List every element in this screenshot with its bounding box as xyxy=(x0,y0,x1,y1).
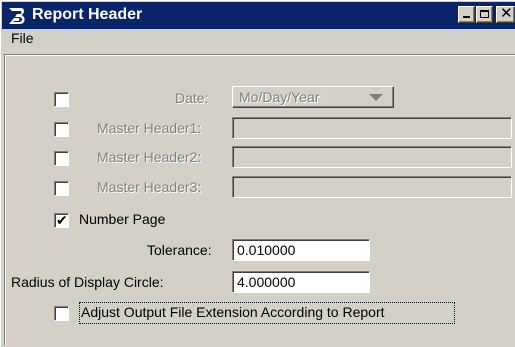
minimize-icon xyxy=(463,16,470,18)
adjust-extension-label[interactable]: Adjust Output File Extension According t… xyxy=(81,304,385,320)
master-header1-field[interactable] xyxy=(232,117,512,139)
maximize-button[interactable] xyxy=(476,6,493,23)
menu-bar: File xyxy=(2,29,515,49)
master-header2-field[interactable] xyxy=(232,146,512,168)
radius-input[interactable]: 4.000000 xyxy=(232,271,370,293)
date-format-value: Mo/Day/Year xyxy=(239,89,320,105)
date-format-dropdown[interactable]: Mo/Day/Year xyxy=(232,86,394,108)
tolerance-label: Tolerance: xyxy=(147,242,212,258)
master-header3-label: Master Header3: xyxy=(97,179,202,195)
title-bar[interactable]: Report Header ✕ xyxy=(2,2,515,29)
bentley-b-icon xyxy=(9,8,25,24)
adjust-extension-checkbox[interactable] xyxy=(54,306,69,321)
date-checkbox[interactable] xyxy=(54,92,69,107)
maximize-icon xyxy=(480,10,489,18)
menu-file[interactable]: File xyxy=(8,30,37,46)
radius-label: Radius of Display Circle: xyxy=(11,274,164,290)
date-label: Date: xyxy=(175,90,209,106)
master-header3-field[interactable] xyxy=(232,176,512,198)
report-header-window: Report Header ✕ File Date: Mo/Day/Year M… xyxy=(0,0,515,347)
chevron-down-icon xyxy=(369,94,383,101)
tolerance-value: 0.010000 xyxy=(237,242,296,258)
master-header1-checkbox[interactable] xyxy=(54,122,69,137)
master-header2-checkbox[interactable] xyxy=(54,151,69,166)
number-page-label: Number Page xyxy=(79,211,166,227)
close-button[interactable]: ✕ xyxy=(496,5,515,23)
number-page-checkbox[interactable]: ✔ xyxy=(54,212,69,228)
tolerance-input[interactable]: 0.010000 xyxy=(232,239,370,261)
checkmark-icon: ✔ xyxy=(56,212,68,228)
minimize-button[interactable] xyxy=(458,6,475,23)
master-header2-label: Master Header2: xyxy=(97,149,202,165)
master-header3-checkbox[interactable] xyxy=(54,181,69,196)
window-title: Report Header xyxy=(32,6,143,23)
close-icon: ✕ xyxy=(500,5,513,22)
radius-value: 4.000000 xyxy=(237,274,296,290)
master-header1-label: Master Header1: xyxy=(97,120,202,136)
